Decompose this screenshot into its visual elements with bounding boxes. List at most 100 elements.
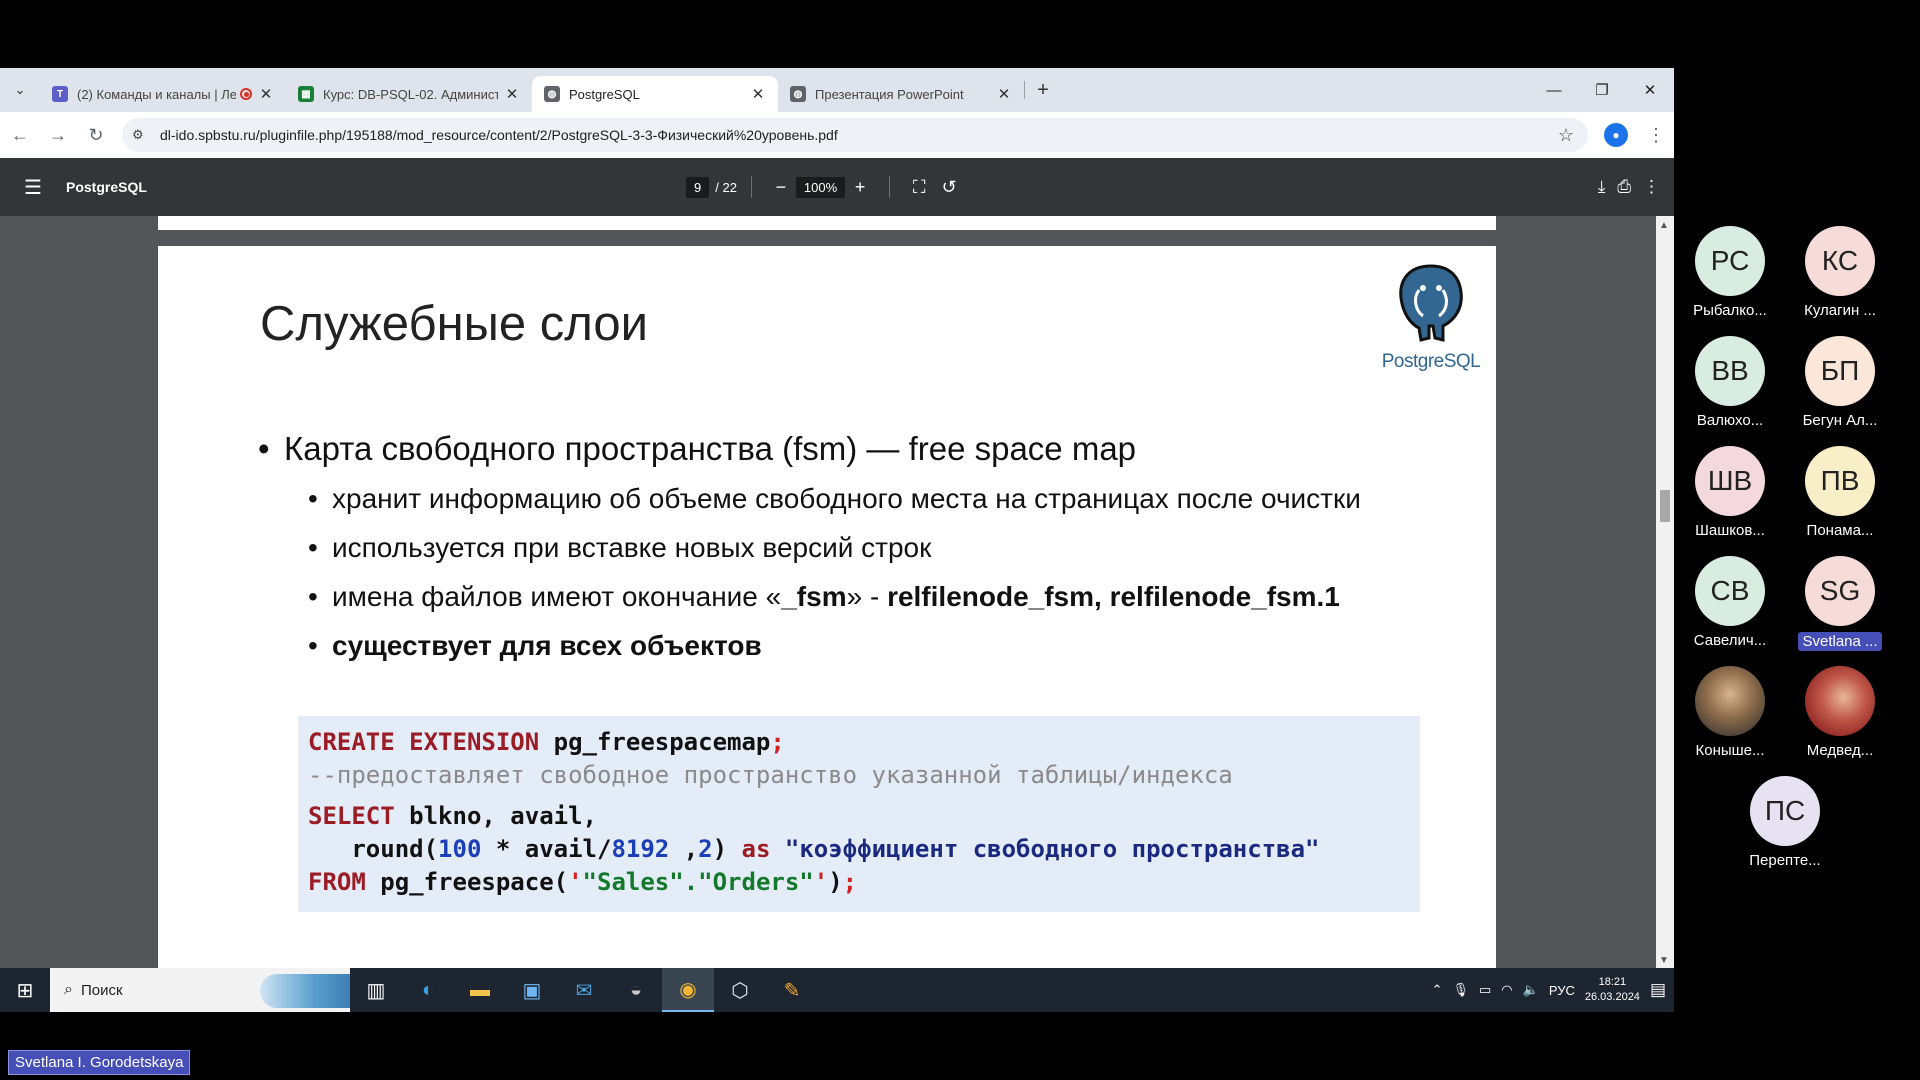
toolbar-divider xyxy=(750,176,752,198)
participant-tile[interactable]: ВВ Валюхо... xyxy=(1680,336,1780,429)
close-tab-icon[interactable]: ✕ xyxy=(504,85,520,103)
bullet-sub: • хранит информацию об объеме свободного… xyxy=(308,480,1438,517)
url-text[interactable]: dl-ido.spbstu.ru/pluginfile.php/195188/m… xyxy=(154,127,1554,143)
site-info-icon[interactable]: ⚙ xyxy=(132,127,154,143)
browser-tab-bar: ⌄ T (2) Команды и каналы | Ле ✕ ▦ Курс: … xyxy=(0,68,1674,112)
avatar: ПС xyxy=(1750,776,1820,846)
slide-title: Служебные слои xyxy=(260,297,648,351)
address-bar[interactable]: ⚙ dl-ido.spbstu.ru/pluginfile.php/195188… xyxy=(122,118,1588,152)
participant-tile[interactable]: БП Бегун Ал... xyxy=(1790,336,1890,429)
code-comment: --предоставляет свободное пространство у… xyxy=(308,761,1233,789)
task-view-icon[interactable]: ▥ xyxy=(350,968,402,1012)
participant-tile[interactable]: РС Рыбалко... xyxy=(1680,226,1780,319)
close-tab-icon[interactable]: ✕ xyxy=(996,85,1012,103)
sheets-icon: ▦ xyxy=(298,86,314,102)
battery-icon[interactable]: ▭ xyxy=(1479,982,1491,998)
participant-tile[interactable]: Медвед... xyxy=(1790,666,1890,759)
recording-icon xyxy=(240,88,252,100)
pdf-title: PostgreSQL xyxy=(66,179,147,195)
cube-app-icon[interactable]: ⬡ xyxy=(714,968,766,1012)
pdf-viewer[interactable]: Служебные слои PostgreSQL • Карта свобод… xyxy=(0,216,1674,986)
file-explorer-icon[interactable]: ▬ xyxy=(454,968,506,1012)
scroll-down-icon[interactable]: ▼ xyxy=(1659,955,1669,966)
restore-icon[interactable]: ❐ xyxy=(1578,68,1626,112)
edge-icon[interactable]: ◐ xyxy=(402,968,454,1012)
tray-expand-icon[interactable]: ⌃ xyxy=(1432,982,1443,998)
volume-icon[interactable]: 🔈 xyxy=(1523,982,1539,998)
code-punct: ' xyxy=(568,868,583,896)
mail-icon[interactable]: ✉ xyxy=(558,968,610,1012)
microphone-icon[interactable]: 🎙 xyxy=(1452,982,1469,998)
participant-tile[interactable]: ПВ Понама... xyxy=(1790,446,1890,539)
search-highlight-art xyxy=(260,974,350,1008)
participant-name: Валюхо... xyxy=(1696,412,1764,429)
new-tab-button[interactable]: + xyxy=(1025,79,1061,102)
windows-start-icon[interactable]: ⊞ xyxy=(0,978,50,1003)
fit-page-icon[interactable]: ⛶ xyxy=(904,177,934,198)
store-icon[interactable]: ▣ xyxy=(506,968,558,1012)
wifi-icon[interactable]: ◠ xyxy=(1501,982,1512,998)
browser-menu-icon[interactable]: ⋮ xyxy=(1638,117,1674,153)
participant-name: Савелич... xyxy=(1693,632,1767,649)
app-icon[interactable]: ◒ xyxy=(610,968,662,1012)
profile-avatar-icon[interactable]: ● xyxy=(1604,123,1628,147)
forward-icon[interactable]: → xyxy=(40,117,76,153)
pdf-toolbar: ☰ PostgreSQL 9 / 22 − 100% + ⛶ ↺ ⤓ ⎙ ⋮ xyxy=(0,158,1674,216)
more-options-icon[interactable]: ⋮ xyxy=(1643,177,1660,197)
code-punct: ; xyxy=(770,728,785,756)
code-punct: ; xyxy=(842,868,858,896)
participant-name: Кулагин ... xyxy=(1804,302,1876,319)
logo-caption: PostgreSQL xyxy=(1381,351,1481,372)
clock[interactable]: 18:21 26.03.2024 xyxy=(1585,975,1640,1005)
tab-course[interactable]: ▦ Курс: DB-PSQL-02. Администр ✕ xyxy=(286,76,532,112)
code-number: 2 xyxy=(698,835,713,863)
code-text: * avail/ xyxy=(481,835,612,863)
participant-tile[interactable]: SG Svetlana ... xyxy=(1790,556,1890,651)
participant-name: Бегун Ал... xyxy=(1802,412,1878,429)
presenter-label: Svetlana I. Gorodetskaya xyxy=(8,1050,191,1075)
tab-search-button[interactable]: ⌄ xyxy=(0,68,40,112)
hamburger-menu-icon[interactable]: ☰ xyxy=(0,175,66,200)
avatar: СВ xyxy=(1695,556,1765,626)
bookmark-star-icon[interactable]: ☆ xyxy=(1554,125,1578,146)
notifications-icon[interactable]: ▤ xyxy=(1650,980,1666,1000)
scroll-up-icon[interactable]: ▲ xyxy=(1659,220,1669,231)
tab-powerpoint[interactable]: ◍ Презентация PowerPoint ✕ xyxy=(778,76,1024,112)
bullet-dot: • xyxy=(308,581,318,612)
close-tab-icon[interactable]: ✕ xyxy=(750,85,766,103)
code-text: pg_freespacemap xyxy=(539,728,771,756)
elephant-logo-icon xyxy=(1399,264,1463,342)
close-window-icon[interactable]: ✕ xyxy=(1626,68,1674,112)
system-tray: ⌃ 🎙 ▭ ◠ 🔈 РУС 18:21 26.03.2024 ▤ xyxy=(1432,968,1674,1012)
tab-postgresql[interactable]: ◍ PostgreSQL ✕ xyxy=(532,76,778,112)
participant-tile[interactable]: Коныше... xyxy=(1680,666,1780,759)
participant-tile[interactable]: КС Кулагин ... xyxy=(1790,226,1890,319)
rotate-icon[interactable]: ↺ xyxy=(934,177,964,198)
language-indicator[interactable]: РУС xyxy=(1549,983,1575,998)
bullet-sub: • имена файлов имеют окончание «_fsm» - … xyxy=(308,578,1438,615)
participant-name: Рыбалко... xyxy=(1693,302,1767,319)
reload-icon[interactable]: ↻ xyxy=(78,117,114,153)
page-number-input[interactable]: 9 xyxy=(686,176,710,198)
zoom-out-icon[interactable]: − xyxy=(766,177,796,198)
minimize-icon[interactable]: — xyxy=(1530,68,1578,112)
page-indicator: 9 / 22 xyxy=(686,176,737,198)
participant-tile[interactable]: ПС Перепте... xyxy=(1735,776,1835,869)
taskbar-search[interactable]: ⌕ Поиск xyxy=(50,968,350,1012)
code-text: , xyxy=(669,835,699,863)
zoom-in-icon[interactable]: + xyxy=(845,177,875,198)
vertical-scrollbar[interactable]: ▲ ▼ xyxy=(1656,216,1674,968)
print-icon[interactable]: ⎙ xyxy=(1617,177,1631,197)
tab-title: (2) Команды и каналы | Ле xyxy=(77,86,236,102)
bullet-main: • Карта свободного пространства (fsm) — … xyxy=(258,430,1438,468)
zoom-input[interactable]: 100% xyxy=(795,176,846,198)
download-icon[interactable]: ⤓ xyxy=(1598,177,1606,197)
back-icon[interactable]: ← xyxy=(2,117,38,153)
tab-teams[interactable]: T (2) Команды и каналы | Ле ✕ xyxy=(40,76,286,112)
chrome-icon[interactable]: ◉ xyxy=(662,968,714,1012)
pen-app-icon[interactable]: ✎ xyxy=(766,968,818,1012)
participant-tile[interactable]: СВ Савелич... xyxy=(1680,556,1780,649)
scrollbar-thumb[interactable] xyxy=(1660,490,1670,522)
participant-tile[interactable]: ШВ Шашков... xyxy=(1680,446,1780,539)
close-tab-icon[interactable]: ✕ xyxy=(258,85,274,103)
